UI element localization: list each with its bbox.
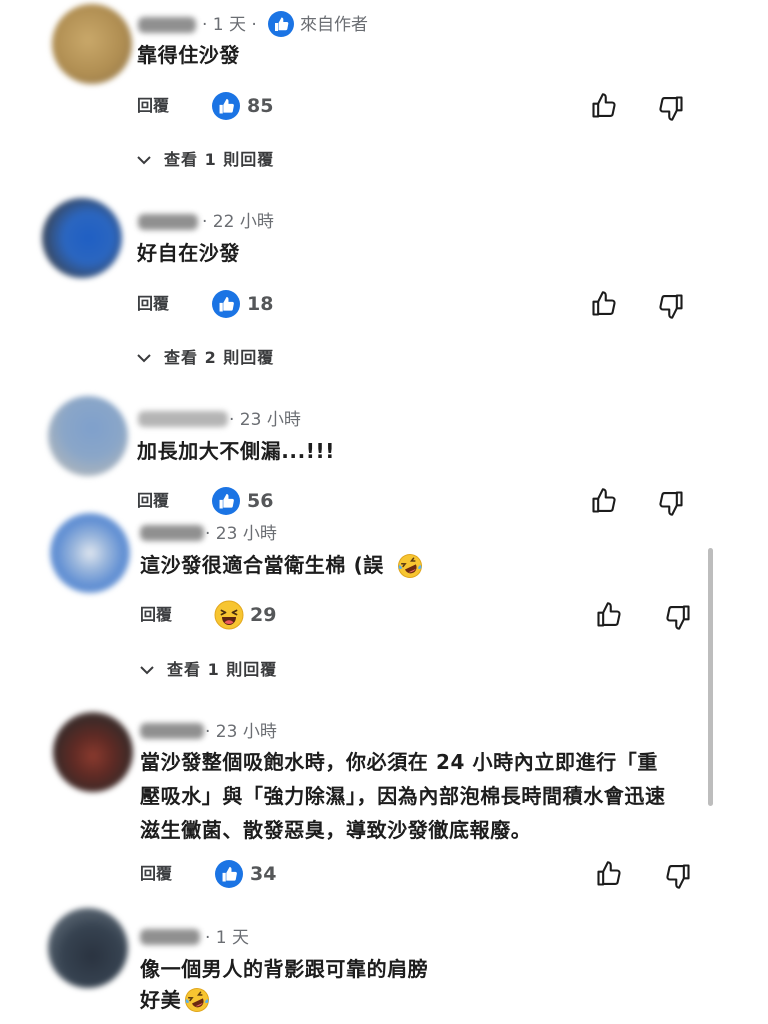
comment-body-line: 好美: [140, 988, 182, 1012]
thumbs-down-icon[interactable]: [657, 94, 685, 122]
comment-time: · 1 天: [205, 928, 250, 948]
view-replies-link[interactable]: 查看 2 則回覆: [164, 346, 274, 370]
view-replies-link[interactable]: 查看 1 則回覆: [167, 658, 277, 682]
username-blurred[interactable]: [138, 411, 228, 427]
thumbs-up-icon[interactable]: [595, 601, 623, 629]
avatar[interactable]: [42, 198, 122, 278]
thumbs-down-icon[interactable]: [657, 292, 685, 320]
username-blurred[interactable]: [140, 723, 204, 739]
like-badge-icon: [212, 290, 240, 318]
reaction-count: 29: [250, 604, 277, 626]
haha-emoji-icon: [214, 600, 244, 630]
avatar[interactable]: [50, 513, 130, 593]
like-badge-icon: [212, 92, 240, 120]
reply-button[interactable]: 回覆: [137, 489, 169, 513]
thumbs-up-icon[interactable]: [595, 860, 623, 888]
comments-page: · 1 天 · 來自作者 靠得住沙發 回覆 85 查看 1 則回覆 · 22 小…: [0, 0, 768, 1024]
reaction-count: 34: [250, 863, 277, 885]
username-blurred[interactable]: [138, 17, 196, 33]
like-badge-icon: [215, 860, 243, 888]
view-replies-link[interactable]: 查看 1 則回覆: [164, 148, 274, 172]
reaction-count: 85: [247, 95, 274, 117]
thumbs-down-icon[interactable]: [664, 862, 692, 890]
chevron-down-icon[interactable]: [136, 153, 152, 167]
chevron-down-icon[interactable]: [139, 663, 155, 677]
comment-time: · 22 小時: [202, 212, 274, 232]
comment-body-line: 壓吸水」與「強力除濕」，因為內部泡棉長時間積水會迅速: [140, 784, 666, 808]
username-blurred[interactable]: [138, 214, 198, 230]
reply-button[interactable]: 回覆: [137, 94, 169, 118]
thumbs-up-icon[interactable]: [590, 487, 618, 515]
username-blurred[interactable]: [140, 929, 200, 945]
reply-button[interactable]: 回覆: [140, 862, 172, 886]
rolling-on-floor-laughing-emoji-icon: [398, 554, 422, 578]
avatar[interactable]: [48, 908, 128, 988]
author-tag: 來自作者: [300, 15, 368, 35]
avatar[interactable]: [48, 396, 128, 476]
comment-body: 這沙發很適合當衛生棉 (誤: [140, 553, 384, 577]
like-badge-icon: [212, 487, 240, 515]
comment-time: · 23 小時: [205, 524, 277, 544]
comment-body-line: 像一個男人的背影跟可靠的肩膀: [140, 957, 429, 981]
comment-time: · 1 天 ·: [202, 15, 257, 35]
reply-button[interactable]: 回覆: [137, 292, 169, 316]
rolling-on-floor-laughing-emoji-icon: [185, 988, 209, 1012]
comment-body: 靠得住沙發: [137, 43, 240, 67]
comment-body-line: 當沙發整個吸飽水時，你必須在 24 小時內立即進行「重: [140, 750, 658, 774]
thumbs-up-icon[interactable]: [590, 290, 618, 318]
reaction-count: 56: [247, 490, 274, 512]
reaction-count: 18: [247, 293, 274, 315]
scrollbar[interactable]: [708, 548, 713, 806]
comment: · 1 天 像一個男人的背影跟可靠的肩膀 好美: [0, 0, 768, 1012]
like-badge-icon: [268, 11, 294, 37]
thumbs-down-icon[interactable]: [664, 603, 692, 631]
comment-body: 好自在沙發: [137, 241, 240, 265]
comment-body-line: 滋生黴菌、散發惡臭，導致沙發徹底報廢。: [140, 818, 532, 842]
comment-body: 加長加大不側漏...!!!: [137, 439, 335, 463]
avatar[interactable]: [52, 4, 132, 84]
comment-time: · 23 小時: [205, 722, 277, 742]
thumbs-up-icon[interactable]: [590, 92, 618, 120]
username-blurred[interactable]: [140, 525, 204, 541]
avatar[interactable]: [53, 712, 133, 792]
reply-button[interactable]: 回覆: [140, 603, 172, 627]
comment-time: · 23 小時: [229, 410, 301, 430]
chevron-down-icon[interactable]: [136, 351, 152, 365]
thumbs-down-icon[interactable]: [657, 489, 685, 517]
